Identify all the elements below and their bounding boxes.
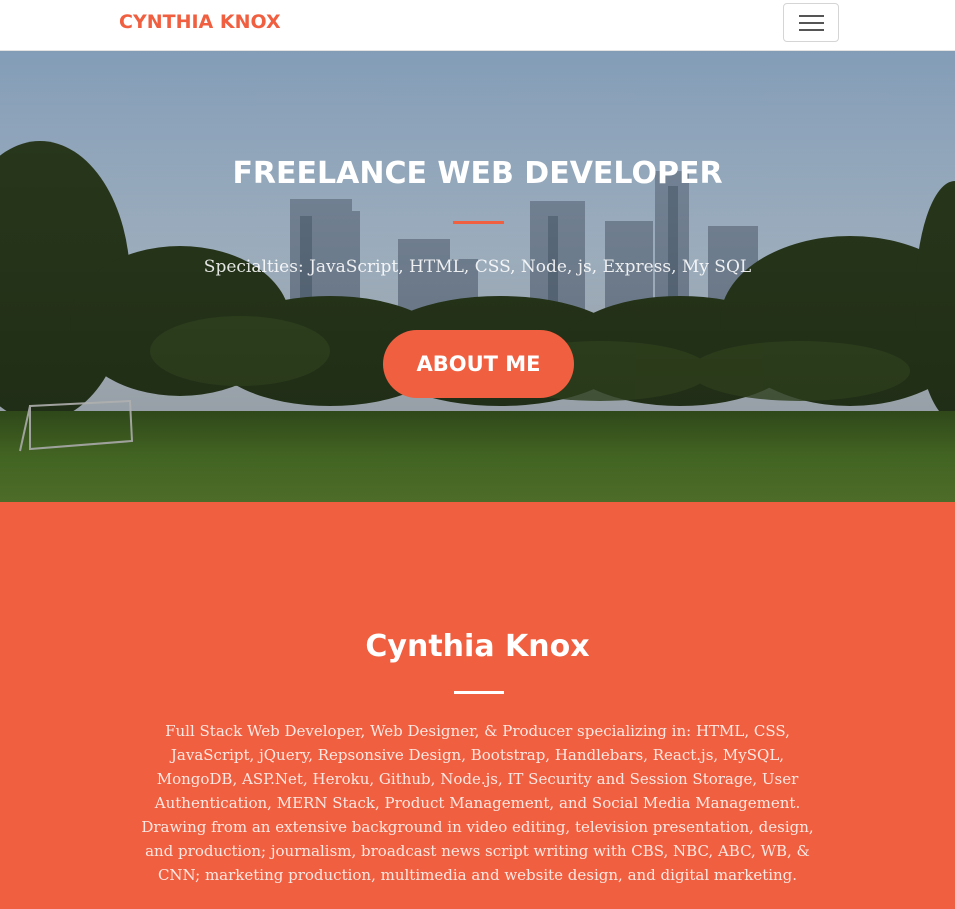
brand-link[interactable]: CYNTHIA KNOX [119, 11, 281, 33]
about-me-button[interactable]: ABOUT ME [383, 330, 574, 398]
about-description: Full Stack Web Developer, Web Designer, … [141, 722, 814, 884]
hero-subtitle: Specialties: JavaScript, HTML, CSS, Node… [203, 257, 752, 277]
hamburger-icon-bar [799, 22, 824, 24]
hamburger-icon-bar [799, 29, 824, 31]
about-divider [454, 691, 504, 694]
hero-title: FREELANCE WEB DEVELOPER [232, 156, 723, 191]
hamburger-icon-bar [799, 15, 824, 17]
hero-section: FREELANCE WEB DEVELOPER Specialties: Jav… [0, 51, 955, 502]
about-title: Cynthia Knox [365, 629, 590, 664]
navbar-toggle-button[interactable] [783, 3, 839, 42]
navbar: CYNTHIA KNOX [0, 0, 955, 51]
about-section: Cynthia Knox Full Stack Web Developer, W… [0, 502, 955, 909]
hero-divider [453, 221, 504, 224]
